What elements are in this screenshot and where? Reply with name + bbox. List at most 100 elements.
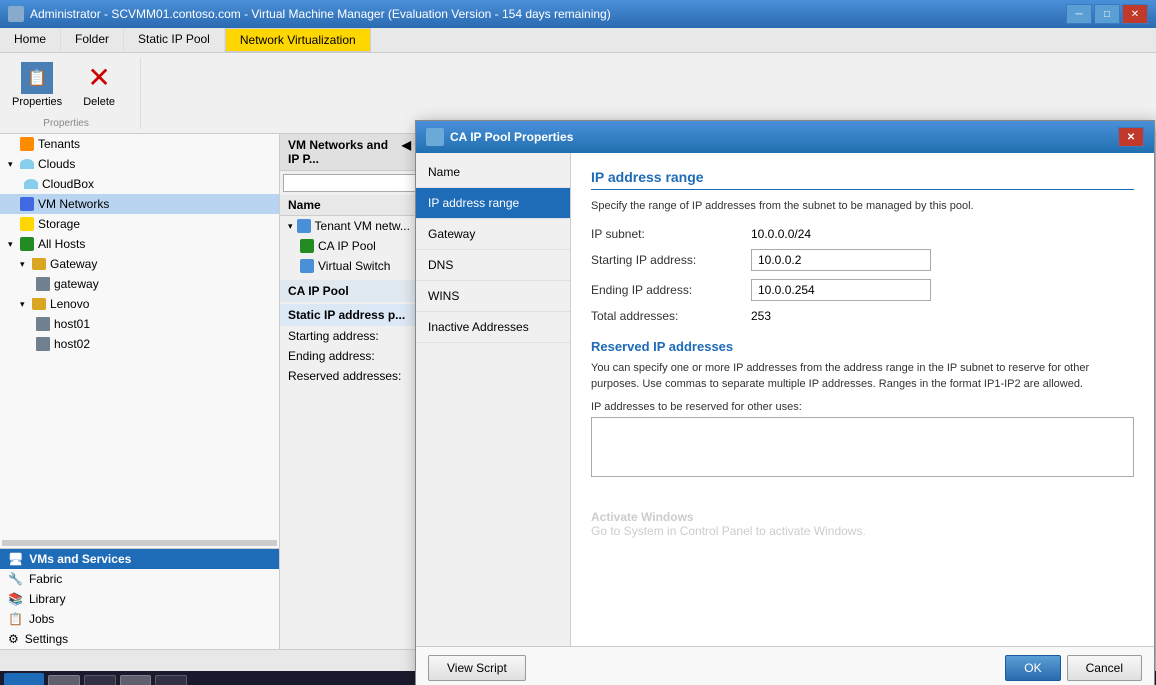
dialog-footer-right: OK Cancel [1005,655,1142,681]
col-name: Name [288,198,321,212]
lenovo-icon [32,298,46,310]
sidebar-label-lenovo: Lenovo [50,297,89,311]
vmnetworks-icon [20,197,34,211]
window-title: Administrator - SCVMM01.contoso.com - Vi… [30,7,611,21]
storage-arrow [8,219,18,229]
taskbar-btn-folder[interactable]: 📂 [120,675,152,685]
tab-folder[interactable]: Folder [61,28,124,52]
sidebar-item-all-hosts[interactable]: ▾ All Hosts [0,234,279,254]
properties-icon: 📋 [21,62,53,94]
ip-range-description: Specify the range of IP addresses from t… [591,198,1134,215]
clouds-arrow: ▾ [8,159,18,169]
sidebar-nav-library[interactable]: 📚 Library [0,589,279,609]
sidebar-item-gateway-folder[interactable]: ▾ Gateway [0,254,279,274]
sidebar: Tenants ▾ Clouds CloudBox VM Networks [0,134,280,649]
sidebar-content: Tenants ▾ Clouds CloudBox VM Networks [0,134,279,538]
allhosts-icon [20,237,34,251]
expand-arrow: ▾ [288,221,293,232]
ribbon-group-label: Properties [43,118,89,129]
dialog-nav-dns[interactable]: DNS [416,250,570,281]
sidebar-nav-vms-services[interactable]: 🖥 VMs and Services [0,549,279,569]
delete-icon: ✕ [83,62,115,94]
taskbar-btn-terminal[interactable]: 🖥 [84,675,116,685]
dialog-nav-name[interactable]: Name [416,157,570,188]
sidebar-item-tenants[interactable]: Tenants [0,134,279,154]
tab-home[interactable]: Home [0,28,61,52]
sidebar-label-gateway-server: gateway [54,277,99,291]
sidebar-label-host02: host02 [54,337,90,351]
sidebar-item-host02[interactable]: host02 [0,334,279,354]
ribbon-group-properties: 📋 Properties ✕ Delete Properties [8,58,141,129]
cancel-button[interactable]: Cancel [1067,655,1142,681]
tenant-network-label: Tenant VM netw... [315,219,410,233]
tab-network-virtualization[interactable]: Network Virtualization [225,28,371,52]
sidebar-item-host01[interactable]: host01 [0,314,279,334]
sidebar-nav-settings[interactable]: ⚙ Settings [0,629,279,649]
middle-panel: VM Networks and IP P... ◀ Name ▾ Tenant … [280,134,420,649]
middle-item-tenant-network[interactable]: ▾ Tenant VM netw... [280,216,419,236]
sidebar-nav-fabric[interactable]: 🔧 Fabric [0,569,279,589]
gateway-folder-icon [32,258,46,270]
sidebar-item-clouds[interactable]: ▾ Clouds [0,154,279,174]
sidebar-scrollbar[interactable] [2,540,277,546]
reserved-addr-label: Reserved addresses: [288,369,401,383]
minimize-button[interactable]: ─ [1066,4,1092,24]
sidebar-bottom-nav: 🖥 VMs and Services 🔧 Fabric 📚 Library 📋 … [0,548,279,649]
title-bar: Administrator - SCVMM01.contoso.com - Vi… [0,0,1156,28]
activate-line1: Activate Windows [591,510,1134,524]
ok-button[interactable]: OK [1005,655,1060,681]
ribbon: Home Folder Static IP Pool Network Virtu… [0,28,1156,134]
reserved-textarea[interactable] [591,417,1134,477]
sidebar-item-gateway[interactable]: gateway [0,274,279,294]
start-button[interactable]: ⊞ [4,673,44,685]
properties-label: Properties [12,96,62,108]
app-icon [8,6,24,22]
sidebar-label-vm-networks: VM Networks [38,197,109,211]
sidebar-label-cloudbox: CloudBox [42,177,94,191]
starting-addr-label: Starting address: [288,329,379,343]
close-button[interactable]: ✕ [1122,4,1148,24]
starting-ip-label: Starting IP address: [591,253,751,267]
dialog-nav-inactive[interactable]: Inactive Addresses [416,312,570,343]
nav-settings-label: Settings [25,632,68,646]
total-addresses-row: Total addresses: 253 [591,309,1134,323]
middle-section-ca-ip-pool: CA IP Pool [280,280,419,302]
allhosts-arrow: ▾ [8,239,18,249]
delete-label: Delete [83,96,115,108]
tree-arrow [8,139,18,149]
dialog-nav-ip-range[interactable]: IP address range [416,188,570,219]
ip-subnet-row: IP subnet: 10.0.0.0/24 [591,227,1134,241]
taskbar-btn-file-explorer[interactable]: 📁 [48,675,80,685]
ribbon-tabs: Home Folder Static IP Pool Network Virtu… [0,28,1156,53]
gateway-server-icon [36,277,50,291]
virtual-switch-label: Virtual Switch [318,259,390,273]
maximize-button[interactable]: □ [1094,4,1120,24]
taskbar-btn-app[interactable]: 🔲 [155,675,187,685]
sidebar-item-lenovo-folder[interactable]: ▾ Lenovo [0,294,279,314]
starting-ip-input[interactable] [751,249,931,271]
properties-button[interactable]: 📋 Properties [8,58,66,112]
dialog-titlebar: CA IP Pool Properties ✕ [416,121,1154,153]
collapse-icon[interactable]: ◀ [402,138,411,166]
static-starting-addr: Starting address: [280,326,419,346]
ending-ip-input[interactable] [751,279,931,301]
tab-static-ip-pool[interactable]: Static IP Pool [124,28,225,52]
ip-subnet-label: IP subnet: [591,227,751,241]
view-script-button[interactable]: View Script [428,655,526,681]
dialog-close-button[interactable]: ✕ [1118,127,1144,147]
host02-icon [36,337,50,351]
delete-button[interactable]: ✕ Delete [74,58,124,112]
dialog-nav-gateway[interactable]: Gateway [416,219,570,250]
total-value: 253 [751,309,771,323]
sidebar-item-cloudbox[interactable]: CloudBox [0,174,279,194]
middle-item-virtual-switch[interactable]: Virtual Switch [280,256,419,276]
middle-search-input[interactable] [283,174,416,192]
sidebar-nav-jobs[interactable]: 📋 Jobs [0,609,279,629]
sidebar-item-storage[interactable]: Storage [0,214,279,234]
sidebar-label-host01: host01 [54,317,90,331]
sidebar-item-vm-networks[interactable]: VM Networks [0,194,279,214]
middle-item-ca-ip-pool[interactable]: CA IP Pool [280,236,419,256]
host01-icon [36,317,50,331]
dialog-nav-wins[interactable]: WINS [416,281,570,312]
tenants-icon [20,137,34,151]
